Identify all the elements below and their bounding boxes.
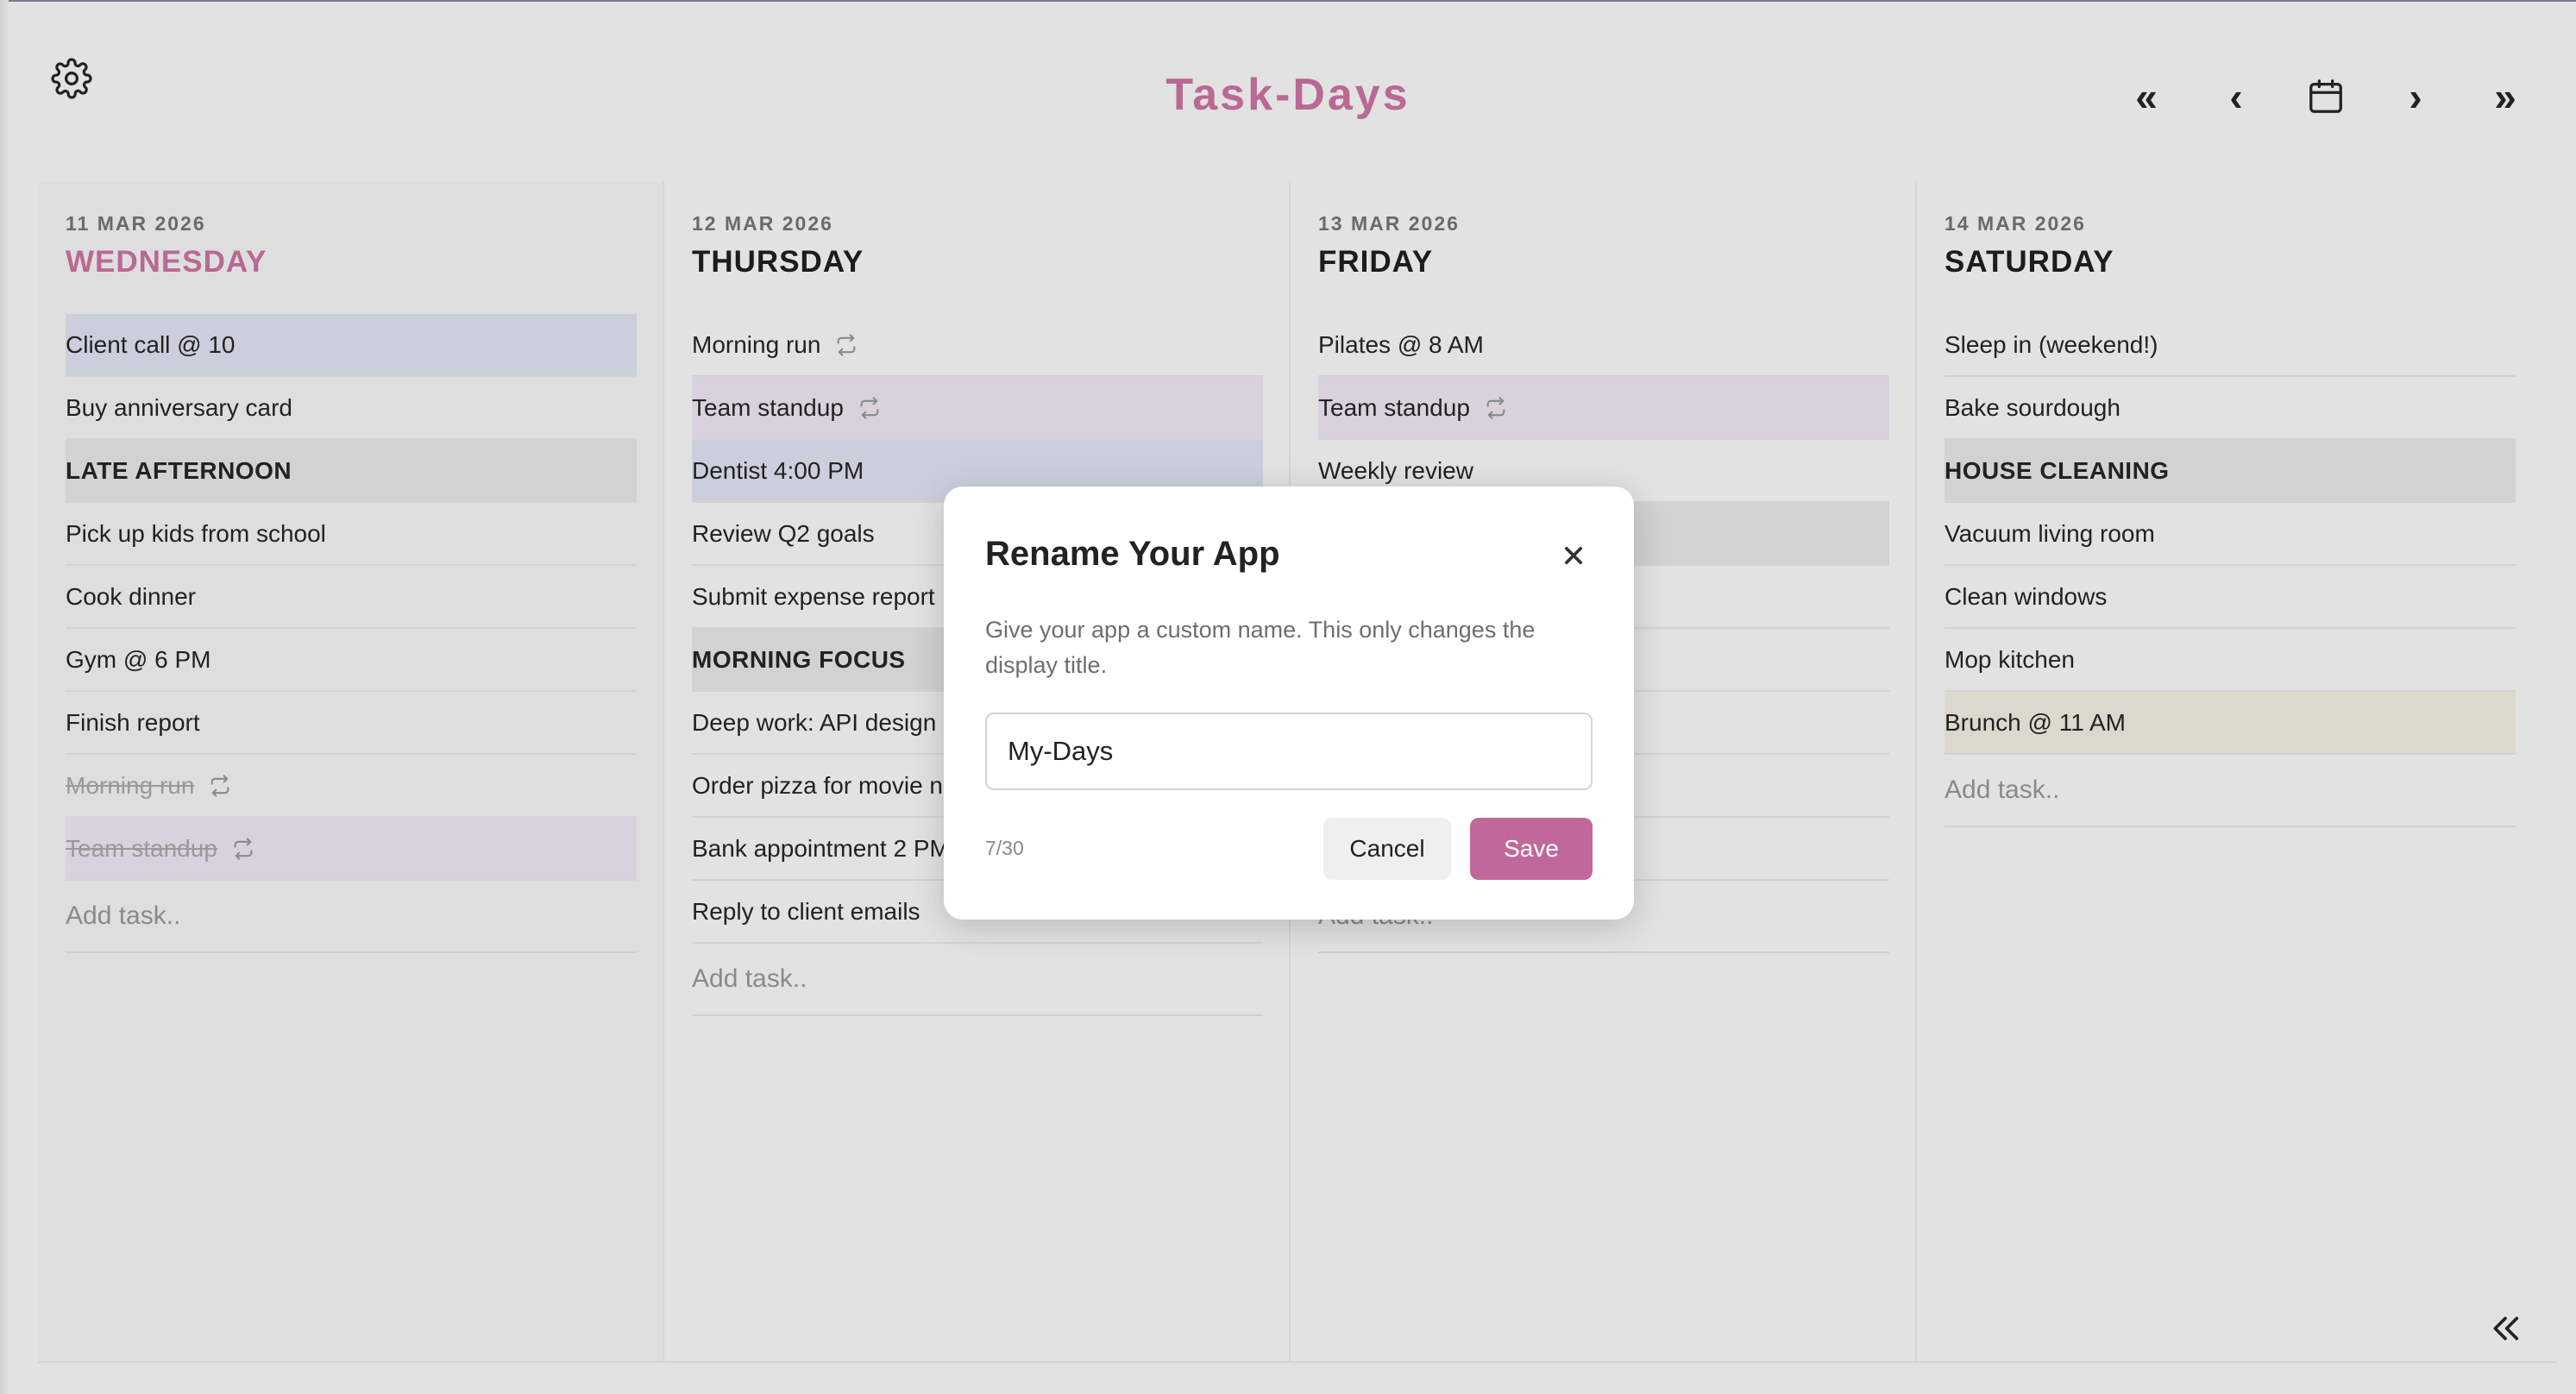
rename-app-dialog: Rename Your App Give your app a custom n… [944,487,1634,920]
dialog-title: Rename Your App [985,535,1280,573]
dialog-description: Give your app a custom name. This only c… [985,617,1536,678]
save-button[interactable]: Save [1470,818,1593,880]
cancel-button[interactable]: Cancel [1323,818,1451,880]
close-button[interactable] [1548,530,1599,581]
app-name-input[interactable] [985,713,1593,790]
char-count: 7/30 [985,837,1024,859]
close-icon [1564,546,1583,565]
